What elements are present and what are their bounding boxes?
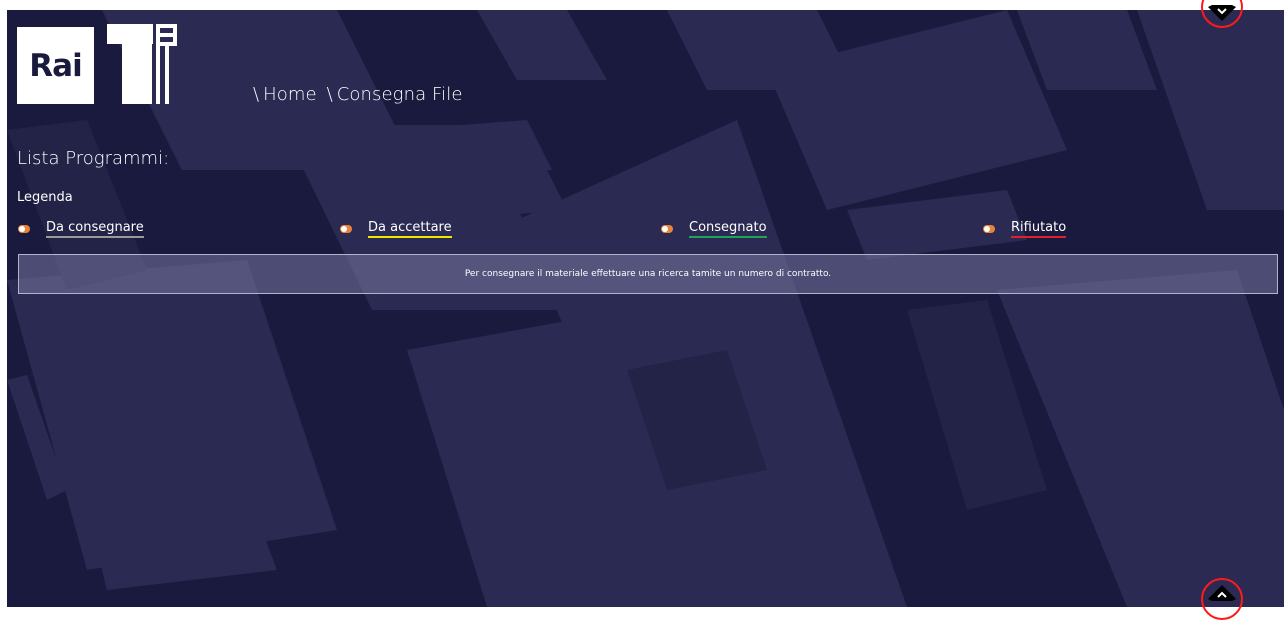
scroll-down-button[interactable] [1201, 0, 1243, 28]
legend-label: Consegnato [689, 220, 767, 238]
legend-label: Da accettare [368, 220, 452, 238]
scroll-up-button[interactable] [1201, 578, 1243, 620]
chevron-down-icon [1208, 5, 1236, 21]
legend-item-rifiutato[interactable]: Rifiutato [983, 220, 1067, 238]
info-banner: Per consegnare il materiale effettuare u… [18, 254, 1278, 294]
legend-label: Rifiutato [1011, 220, 1067, 238]
breadcrumb-current: Consegna File [336, 84, 463, 105]
chevron-up-icon [1208, 585, 1236, 601]
breadcrumb: \ Home \ Consegna File [249, 84, 463, 105]
background-pattern [7, 10, 1284, 607]
toggle-icon[interactable] [340, 225, 352, 233]
breadcrumb-home[interactable]: Home [263, 84, 317, 105]
legend-item-da-accettare[interactable]: Da accettare [340, 220, 452, 238]
rai-logo-text: Rai [29, 47, 82, 84]
page-background: Rai \ Home \ Consegna File Lista Programmi… [7, 10, 1284, 607]
toggle-icon[interactable] [983, 225, 995, 233]
rai-teche-logo [107, 24, 177, 104]
breadcrumb-separator: \ [326, 84, 333, 105]
legend-item-da-consegnare[interactable]: Da consegnare [18, 220, 144, 238]
rai-logo: Rai [17, 27, 94, 104]
toggle-icon[interactable] [18, 225, 30, 233]
toggle-icon[interactable] [661, 225, 673, 233]
legend-label: Da consegnare [46, 220, 144, 238]
legend-title: Legenda [17, 190, 73, 205]
info-message: Per consegnare il materiale effettuare u… [464, 269, 832, 279]
page-title: Lista Programmi: [17, 148, 170, 169]
legend-item-consegnato[interactable]: Consegnato [661, 220, 767, 238]
breadcrumb-separator: \ [253, 84, 260, 105]
